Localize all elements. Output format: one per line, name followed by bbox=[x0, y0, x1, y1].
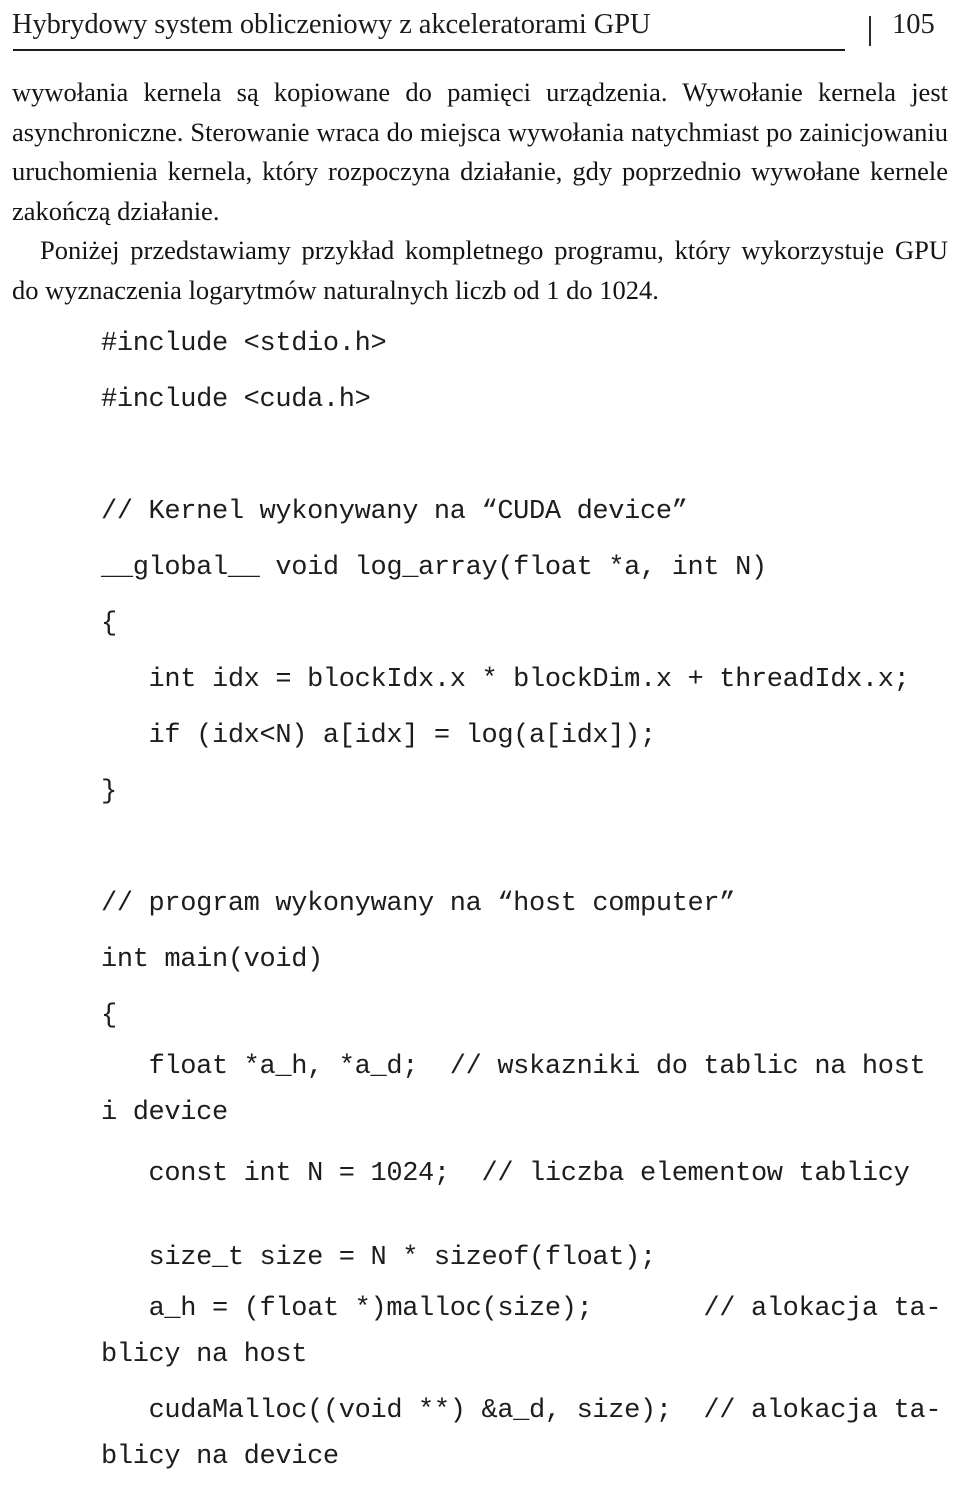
page-number: 105 bbox=[892, 9, 935, 40]
code-line: { bbox=[101, 1001, 117, 1031]
code-line: // Kernel wykonywany na “CUDA device” bbox=[101, 497, 688, 527]
running-head-rule bbox=[13, 49, 845, 51]
code-line: // program wykonywany na “host computer” bbox=[101, 889, 736, 919]
code-line: float *a_h, *a_d; // wskazniki do tablic… bbox=[101, 1052, 942, 1128]
body-text: wywołania kernela są kopiowane do pamięc… bbox=[12, 73, 948, 310]
code-line: int main(void) bbox=[101, 945, 323, 975]
code-line: __global__ void log_array(float *a, int … bbox=[101, 553, 767, 583]
code-line: { bbox=[101, 609, 117, 639]
code-line: a_h = (float *)malloc(size); // alokacja… bbox=[101, 1294, 942, 1370]
running-head: Hybrydowy system obliczeniowy z akcelera… bbox=[12, 8, 948, 60]
code-line: #include <stdio.h> bbox=[101, 329, 387, 359]
page: Hybrydowy system obliczeniowy z akcelera… bbox=[0, 0, 960, 1472]
code-listing: #include <stdio.h> #include <cuda.h> // … bbox=[101, 316, 948, 1490]
code-line: size_t size = N * sizeof(float); bbox=[101, 1243, 657, 1273]
code-line: #include <cuda.h> bbox=[101, 385, 371, 415]
code-line: } bbox=[101, 777, 117, 807]
paragraph: Poniżej przedstawiamy przykład kompletne… bbox=[12, 235, 948, 305]
code-line: const int N = 1024; // liczba elementow … bbox=[101, 1159, 910, 1189]
paragraph: wywołania kernela są kopiowane do pamięc… bbox=[12, 77, 948, 226]
running-head-separator bbox=[869, 16, 871, 46]
code-line: int idx = blockIdx.x * blockDim.x + thre… bbox=[101, 665, 910, 695]
code-line: if (idx<N) a[idx] = log(a[idx]); bbox=[101, 721, 657, 751]
running-head-title: Hybrydowy system obliczeniowy z akcelera… bbox=[12, 9, 651, 40]
code-line: cudaMalloc((void **) &a_d, size); // alo… bbox=[101, 1396, 942, 1472]
